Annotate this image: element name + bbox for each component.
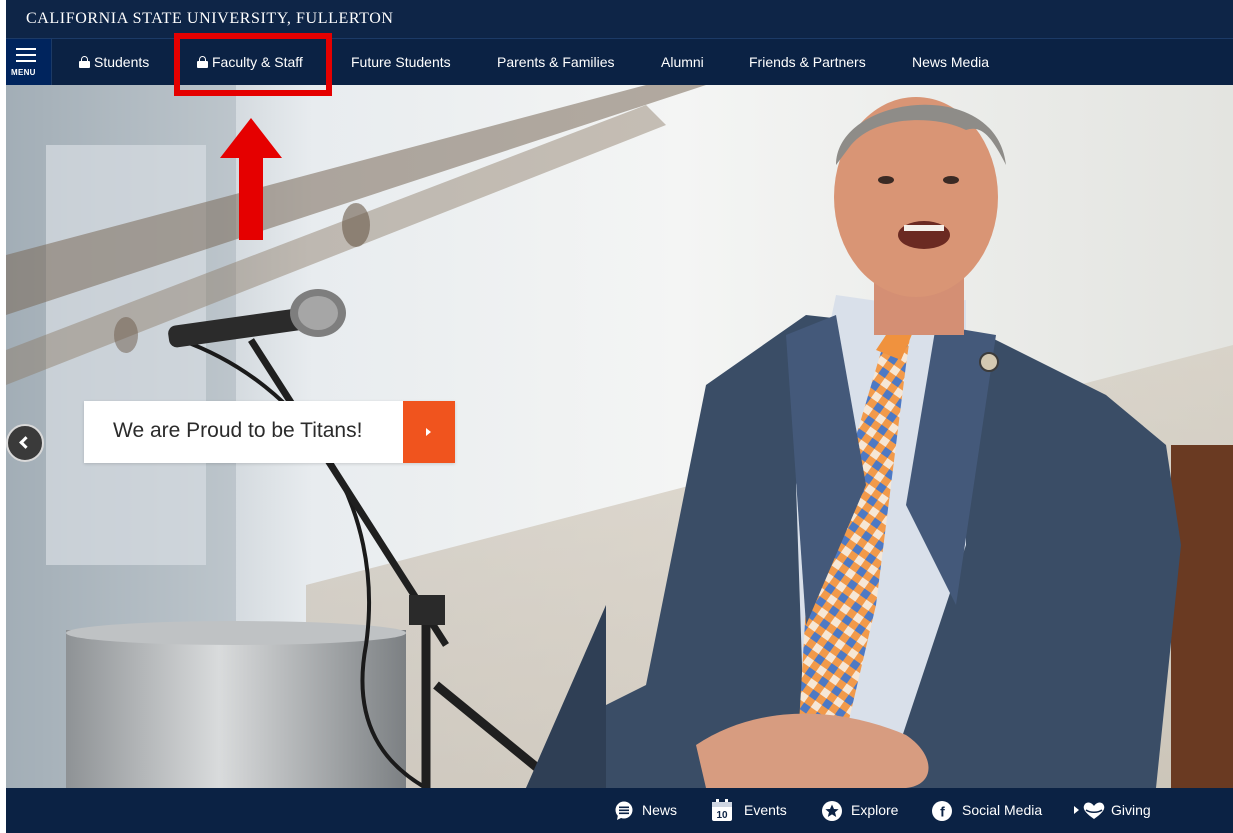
nav-item-friends-partners[interactable]: Friends & Partners bbox=[749, 39, 866, 85]
chevron-left-icon bbox=[19, 436, 32, 449]
footer-social-media-label: Social Media bbox=[962, 802, 1043, 818]
slide-caption: We are Proud to be Titans! bbox=[84, 401, 455, 463]
footer-bar: News 10 Events Explore f Social Media Gi… bbox=[6, 788, 1233, 833]
carousel-prev-button[interactable] bbox=[6, 424, 44, 462]
menu-label: MENU bbox=[11, 68, 36, 77]
footer-events-link[interactable]: 10 Events bbox=[712, 788, 792, 833]
footer-giving-link[interactable]: Giving bbox=[1074, 788, 1164, 833]
nav-item-students[interactable]: Students bbox=[79, 39, 149, 85]
footer-social-media-link[interactable]: f Social Media bbox=[932, 788, 1052, 833]
nav-item-label: Students bbox=[94, 54, 150, 70]
star-icon bbox=[822, 801, 842, 821]
calendar-icon-day: 10 bbox=[716, 810, 728, 821]
caret-right-icon bbox=[1074, 806, 1079, 814]
audience-nav: MENU Students Faculty & Staff Future Stu… bbox=[6, 39, 1233, 85]
comment-icon bbox=[615, 801, 633, 820]
nav-item-label: Faculty & Staff bbox=[212, 54, 303, 70]
slide-caption-button[interactable] bbox=[403, 401, 455, 463]
play-arrow-icon bbox=[426, 428, 431, 436]
nav-item-future-students[interactable]: Future Students bbox=[351, 39, 451, 85]
footer-news-link[interactable]: News bbox=[614, 788, 684, 833]
menu-button[interactable]: MENU bbox=[6, 39, 52, 85]
slide-caption-text: We are Proud to be Titans! bbox=[113, 419, 363, 442]
facebook-icon: f bbox=[932, 801, 952, 821]
top-brand-bar: CALIFORNIA STATE UNIVERSITY, FULLERTON bbox=[6, 0, 1233, 39]
page: CALIFORNIA STATE UNIVERSITY, FULLERTON M… bbox=[6, 0, 1233, 833]
nav-item-label: Friends & Partners bbox=[749, 54, 866, 70]
nav-item-label: Future Students bbox=[351, 54, 451, 70]
lock-icon bbox=[197, 56, 208, 68]
lock-icon bbox=[79, 56, 90, 68]
nav-item-news-media[interactable]: News Media bbox=[912, 39, 989, 85]
footer-giving-label: Giving bbox=[1111, 802, 1151, 818]
nav-item-faculty-staff[interactable]: Faculty & Staff bbox=[197, 39, 303, 85]
footer-explore-label: Explore bbox=[851, 802, 899, 818]
nav-item-label: Alumni bbox=[661, 54, 704, 70]
nav-item-label: News Media bbox=[912, 54, 990, 70]
hamburger-icon bbox=[16, 48, 36, 66]
hero-carousel: We are Proud to be Titans! bbox=[6, 85, 1233, 788]
footer-news-label: News bbox=[642, 802, 678, 818]
footer-explore-link[interactable]: Explore bbox=[822, 788, 912, 833]
nav-item-alumni[interactable]: Alumni bbox=[661, 39, 704, 85]
nav-item-label: Parents & Families bbox=[497, 54, 615, 70]
nav-item-parents-families[interactable]: Parents & Families bbox=[497, 39, 614, 85]
facebook-icon-letter: f bbox=[940, 804, 945, 820]
calendar-icon: 10 bbox=[712, 799, 732, 821]
heart-icon bbox=[1083, 802, 1105, 819]
university-wordmark[interactable]: CALIFORNIA STATE UNIVERSITY, FULLERTON bbox=[26, 10, 394, 28]
footer-events-label: Events bbox=[744, 802, 787, 818]
